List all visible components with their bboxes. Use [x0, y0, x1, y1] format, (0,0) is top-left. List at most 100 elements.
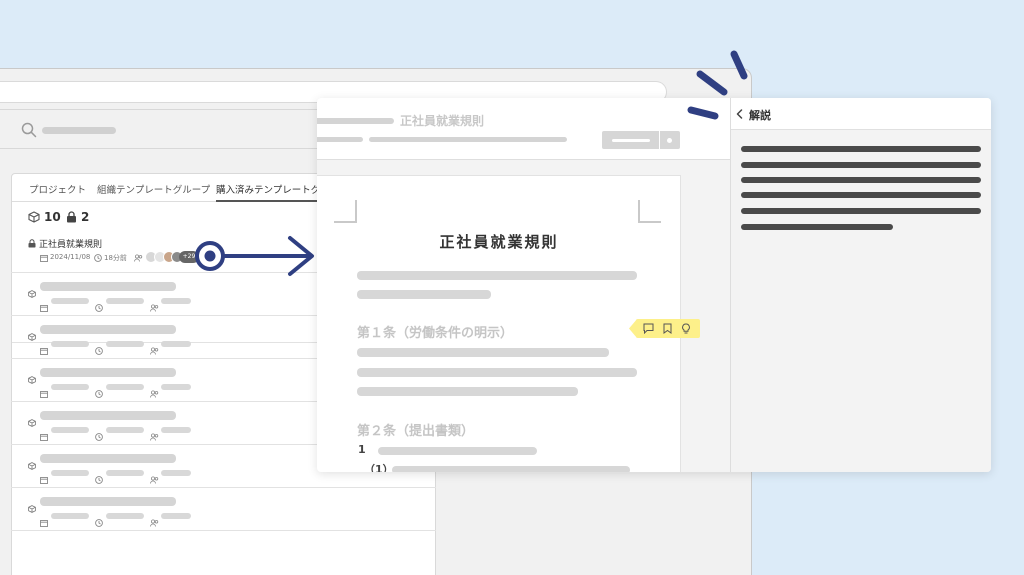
template-count-value: 10 — [44, 210, 61, 224]
explanation-panel: 解説 — [730, 98, 991, 472]
header-title: 正社員就業規則 — [400, 114, 485, 128]
cube-icon — [28, 283, 36, 302]
title-placeholder — [40, 325, 176, 334]
document-title: 正社員就業規則 — [439, 233, 559, 251]
time-placeholder — [106, 341, 144, 347]
members-placeholder — [161, 513, 191, 519]
bookmark-icon[interactable] — [663, 323, 672, 334]
calendar-icon — [40, 255, 48, 262]
text-placeholder — [392, 466, 630, 472]
lock-icon — [28, 239, 36, 248]
clock-icon — [95, 512, 103, 531]
lightbulb-icon[interactable] — [681, 323, 691, 334]
time-placeholder — [106, 298, 144, 304]
updated-time: 18分前 — [104, 254, 127, 262]
explanation-text-line — [741, 208, 981, 214]
header-action-button[interactable] — [602, 131, 680, 149]
time-placeholder — [106, 427, 144, 433]
clock-icon — [95, 297, 103, 316]
members-icon — [150, 340, 159, 359]
tab-projects[interactable]: プロジェクト — [29, 184, 86, 198]
badge-pointer — [629, 319, 637, 338]
clock-icon — [95, 426, 103, 445]
clock-icon — [95, 383, 103, 402]
header-placeholder — [317, 137, 363, 142]
menu-dot-icon — [667, 138, 672, 143]
article-1-heading: 第１条（労働条件の明示） — [357, 326, 514, 341]
template-count: 10 — [28, 210, 61, 224]
template-title: 正社員就業規則 — [39, 240, 103, 250]
calendar-icon — [40, 297, 48, 316]
search-icon[interactable] — [21, 122, 37, 138]
cube-icon — [28, 211, 40, 223]
item-number: 1 — [358, 443, 366, 456]
comment-icon[interactable] — [643, 323, 654, 334]
time-placeholder — [106, 513, 144, 519]
explanation-text-line — [741, 177, 981, 183]
annotation-toolbar — [629, 319, 700, 338]
crop-mark-icon — [638, 200, 661, 223]
document-header: 正社員就業規則 — [317, 98, 730, 160]
text-placeholder — [357, 348, 609, 357]
members-icon — [134, 254, 143, 262]
header-placeholder — [369, 137, 567, 142]
members-placeholder — [161, 470, 191, 476]
members-icon — [150, 426, 159, 445]
calendar-icon — [40, 383, 48, 402]
cube-icon — [28, 326, 36, 345]
members-placeholder — [161, 298, 191, 304]
created-date: 2024/11/08 — [50, 253, 91, 261]
explanation-header: 解説 — [731, 98, 991, 130]
members-icon — [150, 469, 159, 488]
title-placeholder — [40, 454, 176, 463]
date-placeholder — [51, 513, 89, 519]
members-icon — [150, 512, 159, 531]
tab-org-templates[interactable]: 組織テンプレートグループ — [97, 184, 210, 198]
search-input[interactable] — [42, 127, 116, 134]
explanation-text-line — [741, 162, 981, 168]
calendar-icon — [40, 512, 48, 531]
locked-count-value: 2 — [81, 210, 90, 224]
text-placeholder — [378, 447, 537, 455]
cube-icon — [28, 369, 36, 388]
time-placeholder — [106, 384, 144, 390]
cube-icon — [28, 455, 36, 474]
members-placeholder — [161, 341, 191, 347]
template-list-item[interactable] — [11, 488, 436, 531]
document-editor-window: 正社員就業規則 正社員就業規則 第１条（労働条件の明示） 第２条（提出書類） 1… — [317, 98, 991, 472]
explanation-text-line — [741, 192, 981, 198]
date-placeholder — [51, 470, 89, 476]
tab-purchased-templates[interactable]: 購入済みテンプレートグル — [216, 184, 330, 202]
explanation-text-line — [741, 224, 893, 230]
text-placeholder — [357, 368, 637, 377]
text-placeholder — [357, 387, 578, 396]
header-placeholder — [317, 118, 394, 124]
title-placeholder — [40, 497, 176, 506]
document-page[interactable]: 正社員就業規則 第１条（労働条件の明示） 第２条（提出書類） 1 （1） — [317, 175, 681, 472]
title-placeholder — [40, 282, 176, 291]
members-icon — [150, 383, 159, 402]
text-placeholder — [357, 290, 491, 299]
members-icon — [150, 297, 159, 316]
calendar-icon — [40, 426, 48, 445]
time-placeholder — [106, 470, 144, 476]
date-placeholder — [51, 298, 89, 304]
locked-count: 2 — [66, 210, 89, 224]
calendar-icon — [40, 469, 48, 488]
article-2-heading: 第２条（提出書類） — [357, 424, 475, 439]
title-placeholder — [40, 368, 176, 377]
crop-mark-icon — [334, 200, 357, 223]
pointer-arrow — [195, 236, 314, 276]
cube-icon — [28, 498, 36, 517]
sub-item-number: （1） — [364, 463, 394, 472]
title-placeholder — [40, 411, 176, 420]
lock-icon — [67, 211, 76, 223]
text-placeholder — [357, 271, 637, 280]
calendar-icon — [40, 340, 48, 359]
cube-icon — [28, 412, 36, 431]
emphasis-strokes — [687, 50, 748, 120]
clock-icon — [95, 340, 103, 359]
date-placeholder — [51, 384, 89, 390]
members-placeholder — [161, 427, 191, 433]
clock-icon — [94, 254, 102, 262]
